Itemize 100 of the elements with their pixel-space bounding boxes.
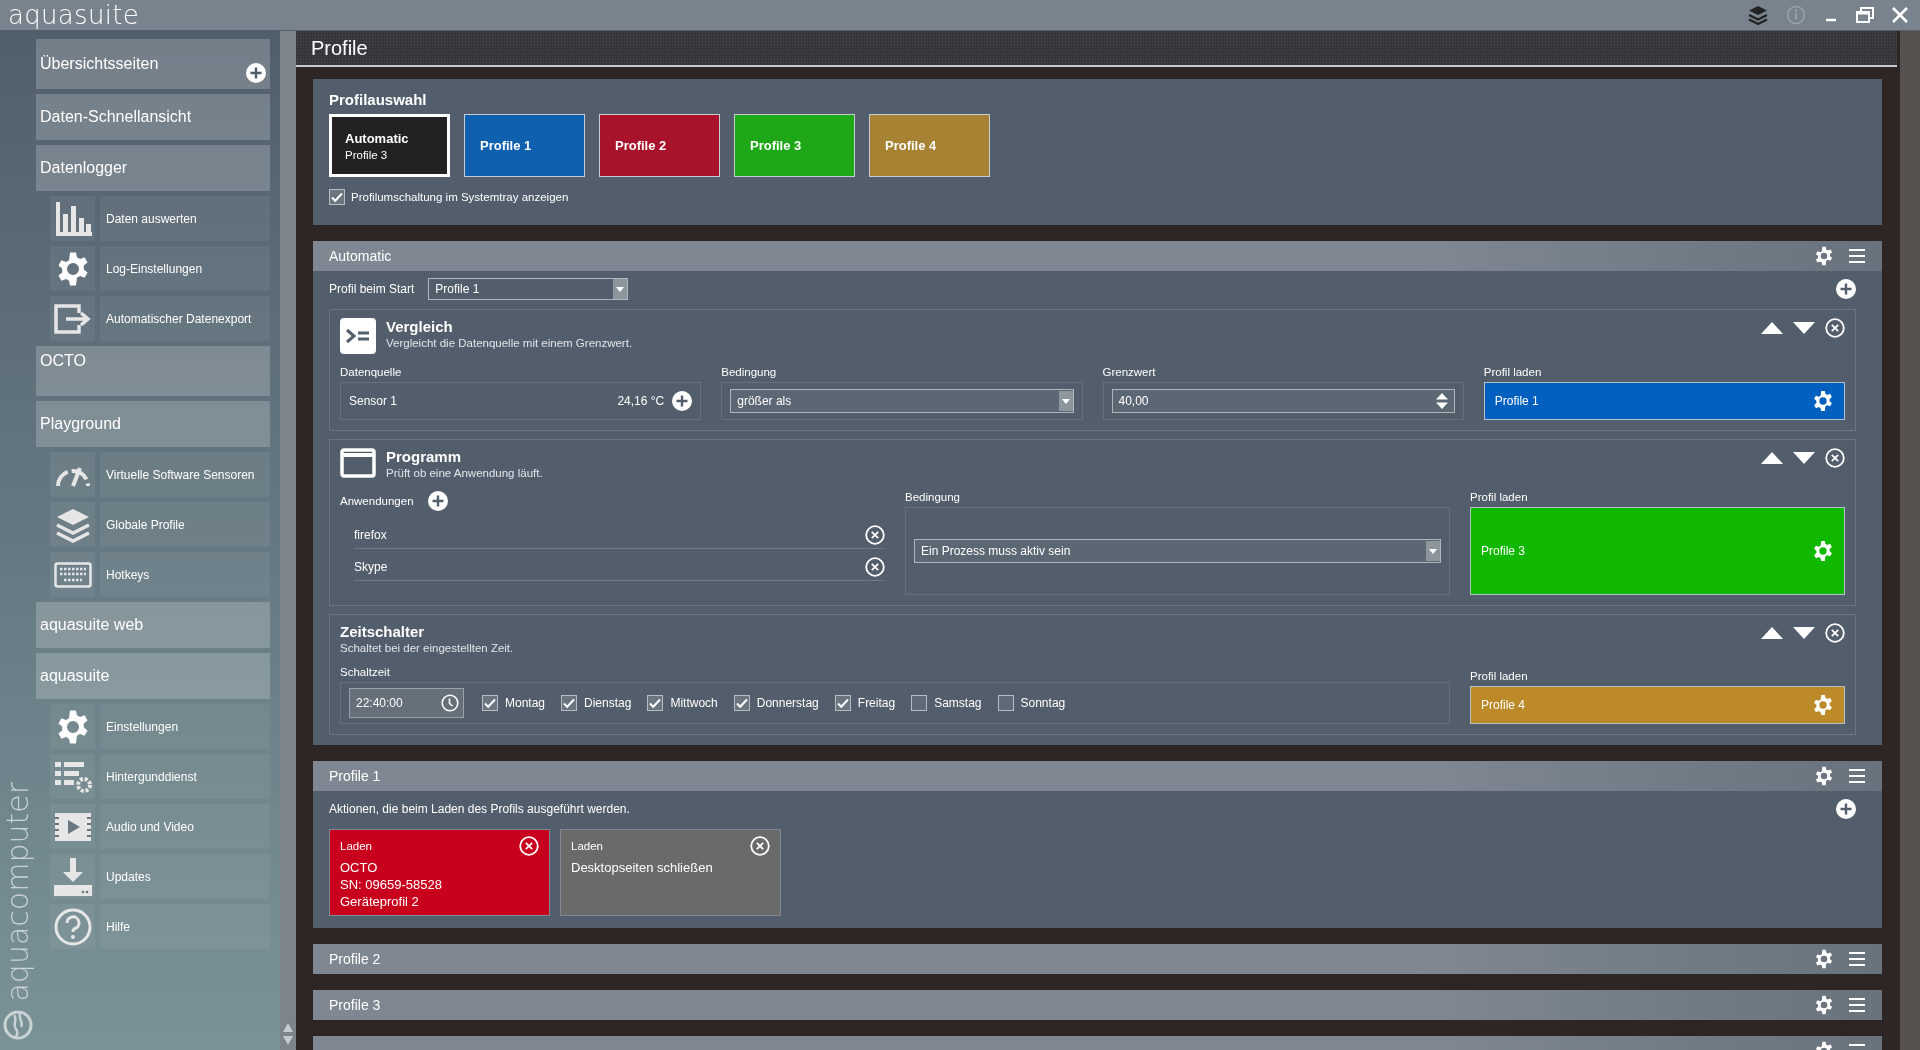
checkbox[interactable] bbox=[911, 695, 928, 711]
sidebar-item[interactable]: Einstellungen bbox=[100, 704, 270, 749]
threshold-input[interactable]: 40,00 bbox=[1111, 389, 1455, 413]
start-profile-dropdown[interactable]: Profile 1 bbox=[428, 278, 629, 300]
menu-icon[interactable] bbox=[1848, 997, 1866, 1013]
list-gear-icon bbox=[52, 759, 93, 794]
profile-tile[interactable]: Profile 3 bbox=[734, 114, 855, 177]
rule-description: Vergleicht die Datenquelle mit einem Grenzwert. bbox=[386, 337, 634, 349]
settings-icon[interactable] bbox=[1814, 766, 1834, 786]
menu-icon[interactable] bbox=[1848, 951, 1866, 967]
profile-tile[interactable]: Automatic Profile 3 bbox=[329, 114, 450, 177]
sidebar-item[interactable]: Hintergunddienst bbox=[100, 754, 270, 799]
profile-load-button[interactable]: Profile 4 bbox=[1470, 686, 1845, 724]
sidebar-icon-tile[interactable] bbox=[50, 854, 95, 899]
sidebar-icon-tile[interactable] bbox=[50, 904, 95, 949]
action-detail: SN: 09659-58528 bbox=[340, 877, 443, 892]
sidebar-section[interactable]: Playground bbox=[36, 401, 270, 447]
remove-icon[interactable] bbox=[865, 557, 885, 577]
sidebar-item[interactable]: Globale Profile bbox=[100, 502, 270, 547]
restore-icon[interactable] bbox=[1856, 7, 1874, 23]
settings-icon[interactable] bbox=[1814, 949, 1834, 969]
profile-load-button[interactable]: Profile 3 bbox=[1470, 507, 1845, 595]
remove-icon[interactable] bbox=[1825, 623, 1845, 643]
profile-load-button[interactable]: Profile 1 bbox=[1483, 382, 1845, 420]
checkbox[interactable] bbox=[482, 695, 498, 711]
sidebar-section[interactable]: aquasuite bbox=[36, 653, 270, 699]
profile-tile[interactable]: Profile 4 bbox=[869, 114, 990, 177]
condition-dropdown[interactable]: größer als bbox=[730, 389, 1074, 413]
close-icon[interactable] bbox=[1892, 7, 1908, 23]
move-up-icon[interactable] bbox=[1761, 627, 1783, 639]
add-icon[interactable] bbox=[672, 391, 693, 411]
add-rule-icon[interactable] bbox=[1836, 279, 1856, 299]
sidebar-item[interactable]: Hilfe bbox=[100, 904, 270, 949]
clock-icon[interactable] bbox=[441, 694, 459, 712]
sidebar-icon-tile[interactable] bbox=[50, 246, 95, 291]
settings-icon[interactable] bbox=[1812, 540, 1834, 562]
checkbox-label: Mittwoch bbox=[670, 696, 718, 710]
condition-dropdown[interactable]: Ein Prozess muss aktiv sein bbox=[914, 539, 1441, 563]
sidebar-section[interactable]: Daten-Schnellansicht bbox=[36, 94, 270, 140]
add-action-icon[interactable] bbox=[1836, 799, 1856, 819]
sidebar-item[interactable]: Audio und Video bbox=[100, 804, 270, 849]
menu-icon[interactable] bbox=[1848, 248, 1866, 264]
section-header[interactable]: Profile 1 bbox=[313, 761, 1882, 791]
sidebar-section[interactable]: Datenlogger bbox=[36, 145, 270, 191]
scrollbar[interactable] bbox=[280, 31, 296, 1050]
layers-icon[interactable] bbox=[1748, 5, 1768, 25]
layers-icon bbox=[54, 506, 91, 543]
sidebar-section[interactable]: OCTO bbox=[36, 346, 270, 396]
remove-icon[interactable] bbox=[1825, 318, 1845, 338]
remove-icon[interactable] bbox=[519, 836, 539, 856]
page-title: Profile bbox=[311, 36, 368, 60]
remove-icon[interactable] bbox=[750, 836, 770, 856]
settings-icon[interactable] bbox=[1812, 390, 1834, 412]
action-title: Laden bbox=[340, 840, 372, 852]
sidebar-icon-tile[interactable] bbox=[50, 552, 95, 597]
move-up-icon[interactable] bbox=[1761, 322, 1783, 334]
sidebar-item[interactable]: Hotkeys bbox=[100, 552, 270, 597]
sidebar-icon-tile[interactable] bbox=[50, 296, 95, 341]
sidebar-item[interactable]: Daten auswerten bbox=[100, 196, 270, 241]
scrollbar[interactable] bbox=[1897, 31, 1920, 1050]
checkbox[interactable] bbox=[834, 695, 851, 711]
section-header[interactable]: Profile 3 bbox=[313, 990, 1882, 1020]
move-down-icon[interactable] bbox=[1793, 452, 1815, 464]
action-card[interactable]: Laden Desktopseiten schließen bbox=[560, 829, 781, 916]
checkbox[interactable] bbox=[733, 695, 750, 711]
profile-tile[interactable]: Profile 2 bbox=[599, 114, 720, 177]
add-icon[interactable] bbox=[246, 63, 266, 83]
sidebar-item[interactable]: Log-Einstellungen bbox=[100, 246, 270, 291]
sidebar-section[interactable]: aquasuite web bbox=[36, 602, 270, 648]
sidebar-icon-tile[interactable] bbox=[50, 502, 95, 547]
sidebar-item[interactable]: Updates bbox=[100, 854, 270, 899]
move-down-icon[interactable] bbox=[1793, 322, 1815, 334]
sidebar-icon-tile[interactable] bbox=[50, 452, 95, 497]
settings-icon[interactable] bbox=[1814, 995, 1834, 1015]
sidebar-icon-tile[interactable] bbox=[50, 754, 95, 799]
rule-description: Prüft ob eine Anwendung läuft. bbox=[386, 467, 544, 479]
application-name: firefox bbox=[354, 528, 387, 542]
sidebar-icon-tile[interactable] bbox=[50, 196, 95, 241]
sidebar-icon-tile[interactable] bbox=[50, 804, 95, 849]
menu-icon[interactable] bbox=[1848, 768, 1866, 784]
time-input[interactable]: 22:40:00 bbox=[349, 688, 464, 718]
move-down-icon[interactable] bbox=[1793, 627, 1815, 639]
remove-icon[interactable] bbox=[865, 525, 885, 545]
add-app-icon[interactable] bbox=[427, 491, 448, 511]
action-card[interactable]: Laden OCTO SN: 09659-58528 Geräteprofil 2 bbox=[329, 829, 550, 916]
spinner-icon[interactable] bbox=[1435, 392, 1448, 410]
remove-icon[interactable] bbox=[1825, 448, 1845, 468]
sidebar-icon-tile[interactable] bbox=[50, 704, 95, 749]
profile-tile[interactable]: Profile 1 bbox=[464, 114, 585, 177]
move-up-icon[interactable] bbox=[1761, 452, 1783, 464]
sidebar-item[interactable]: Automatischer Datenexport bbox=[100, 296, 270, 341]
checkbox[interactable] bbox=[997, 695, 1014, 711]
settings-icon[interactable] bbox=[1812, 694, 1834, 716]
sidebar-item[interactable]: Virtuelle Software Sensoren bbox=[100, 452, 270, 497]
checkbox[interactable] bbox=[329, 189, 345, 205]
settings-icon[interactable] bbox=[1814, 246, 1834, 266]
checkbox[interactable] bbox=[647, 695, 664, 711]
sidebar-section[interactable]: Übersichtsseiten bbox=[36, 39, 270, 89]
checkbox[interactable] bbox=[561, 695, 578, 711]
section-header[interactable]: Profile 2 bbox=[313, 944, 1882, 974]
